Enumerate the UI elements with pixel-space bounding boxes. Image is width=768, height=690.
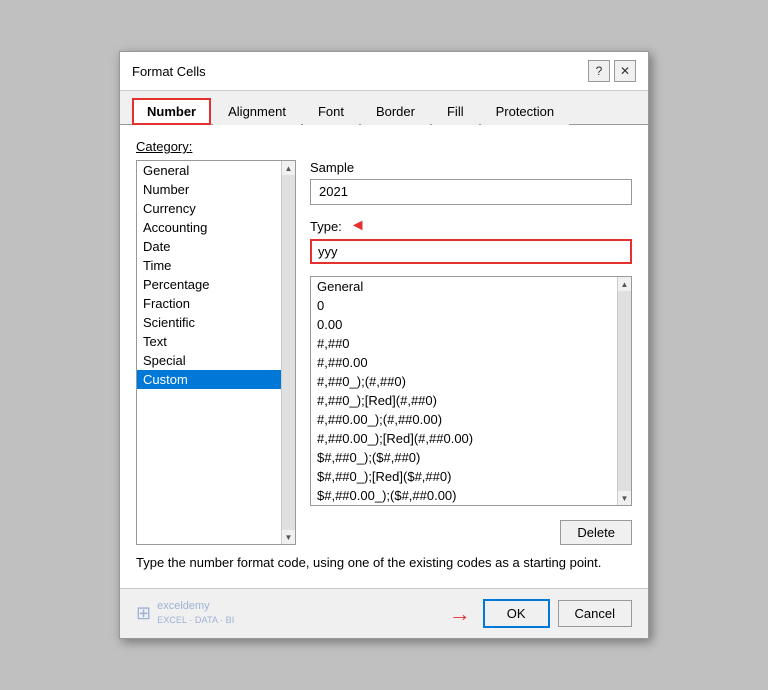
hint-section: Type the number format code, using one o… [136,545,632,574]
category-scrollbar[interactable]: ▲ ▼ [281,161,295,544]
tab-protection[interactable]: Protection [481,98,570,125]
format-scroll-up[interactable]: ▲ [618,277,632,291]
format-item-hash-paren1[interactable]: #,##0_);(#,##0) [311,372,631,391]
format-item-hash-red2[interactable]: #,##0.00_);[Red](#,##0.00) [311,429,631,448]
type-label-row: Type: ◄ [310,217,632,235]
format-scroll-down[interactable]: ▼ [618,491,632,505]
tab-bar: Number Alignment Font Border Fill Protec… [120,91,648,125]
type-label: Type: [310,219,342,234]
close-button[interactable]: ✕ [614,60,636,82]
tab-border[interactable]: Border [361,98,430,125]
category-item-general[interactable]: General [137,161,295,180]
category-item-number[interactable]: Number [137,180,295,199]
category-item-accounting[interactable]: Accounting [137,218,295,237]
format-item-hash-0.00[interactable]: #,##0.00 [311,353,631,372]
format-cells-dialog: Format Cells ? ✕ Number Alignment Font B… [119,51,649,639]
ok-arrow-icon: → [449,601,471,627]
logo-icon: ⊞ [136,603,151,624]
sample-value: 2021 [310,179,632,205]
category-list-container: General Number Currency Accounting Date … [136,160,296,545]
format-item-hash-paren2[interactable]: #,##0.00_);(#,##0.00) [311,410,631,429]
category-item-fraction[interactable]: Fraction [137,294,295,313]
dialog-body: Category: General Number Currency Accoun… [120,125,648,588]
cancel-button[interactable]: Cancel [558,600,632,627]
format-item-0[interactable]: 0 [311,296,631,315]
ok-button[interactable]: OK [483,599,550,628]
format-scrollbar[interactable]: ▲ ▼ [617,277,631,505]
dialog-footer: ⊞ exceldemyEXCEL · DATA · BI → OK Cancel [120,588,648,638]
category-item-percentage[interactable]: Percentage [137,275,295,294]
category-item-special[interactable]: Special [137,351,295,370]
help-button[interactable]: ? [588,60,610,82]
format-scroll-track [618,291,631,491]
footer-logo: ⊞ exceldemyEXCEL · DATA · BI [136,600,234,626]
tab-alignment[interactable]: Alignment [213,98,301,125]
format-list: General 0 0.00 #,##0 #,##0.00 #,##0_);(#… [311,277,631,505]
scroll-up-arrow[interactable]: ▲ [282,161,296,175]
hint-text: Type the number format code, using one o… [136,555,601,570]
right-panel: Sample 2021 Type: ◄ General 0 [310,160,632,545]
tab-font[interactable]: Font [303,98,359,125]
category-item-text[interactable]: Text [137,332,295,351]
delete-row: Delete [310,520,632,545]
tab-number[interactable]: Number [132,98,211,125]
tab-fill[interactable]: Fill [432,98,479,125]
footer-buttons: → OK Cancel [449,599,632,628]
category-item-scientific[interactable]: Scientific [137,313,295,332]
format-item-hash-0[interactable]: #,##0 [311,334,631,353]
sample-section: Sample 2021 [310,160,632,205]
format-list-container: General 0 0.00 #,##0 #,##0.00 #,##0_);(#… [310,276,632,506]
sample-label: Sample [310,160,632,175]
scroll-down-arrow[interactable]: ▼ [282,530,296,544]
category-list: General Number Currency Accounting Date … [137,161,295,544]
type-input[interactable] [310,239,632,264]
logo-text: exceldemyEXCEL · DATA · BI [157,600,234,626]
format-item-hash-red1[interactable]: #,##0_);[Red](#,##0) [311,391,631,410]
category-item-currency[interactable]: Currency [137,199,295,218]
category-item-custom[interactable]: Custom [137,370,295,389]
title-bar-buttons: ? ✕ [588,60,636,82]
main-content-row: General Number Currency Accounting Date … [136,160,632,545]
title-bar: Format Cells ? ✕ [120,52,648,91]
format-item-dollar2[interactable]: $#,##0.00_);($#,##0.00) [311,486,631,505]
category-item-time[interactable]: Time [137,256,295,275]
scroll-track [282,175,295,530]
category-item-date[interactable]: Date [137,237,295,256]
format-item-general[interactable]: General [311,277,631,296]
type-arrow-icon: ◄ [350,217,366,235]
dialog-title: Format Cells [132,64,206,79]
format-item-dollar-red1[interactable]: $#,##0_);[Red]($#,##0) [311,467,631,486]
delete-button[interactable]: Delete [560,520,632,545]
format-item-dollar1[interactable]: $#,##0_);($#,##0) [311,448,631,467]
type-section: Type: ◄ [310,217,632,264]
category-label: Category: [136,139,632,154]
format-item-0.00[interactable]: 0.00 [311,315,631,334]
